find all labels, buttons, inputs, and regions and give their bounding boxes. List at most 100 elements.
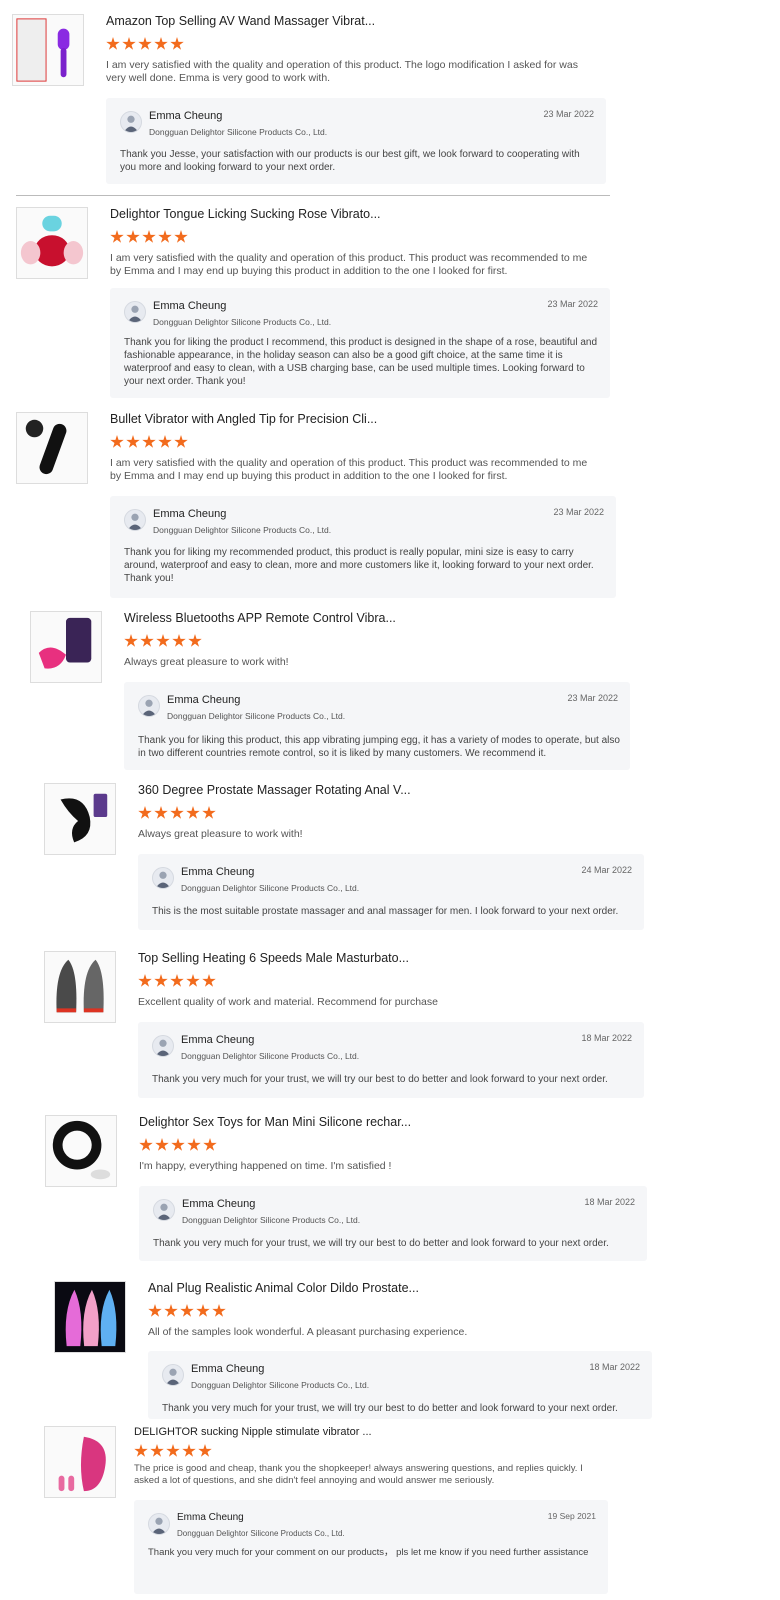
reply-date: 18 Mar 2022 [584,1197,635,1207]
reply-author-name: Emma Cheung [153,300,227,312]
star-icon [140,634,154,647]
avatar [152,867,174,889]
reply-date: 18 Mar 2022 [589,1362,640,1372]
star-icon [126,230,140,243]
product-thumbnail-rose-vibrator[interactable] [16,207,88,279]
reply-text: Thank you for liking the product I recom… [124,337,598,387]
product-thumbnail-prostate-massager[interactable] [44,783,116,855]
star-icon [138,974,152,987]
product-title[interactable]: Wireless Bluetooths APP Remote Control V… [124,611,624,625]
review-text: Excellent quality of work and material. … [138,996,438,1008]
reply-company: Dongguan Delightor Silicone Products Co.… [181,1051,360,1061]
divider [16,195,610,196]
star-icon [202,806,216,819]
product-thumbnail-animal-dildo[interactable] [54,1281,126,1353]
star-icon [110,230,124,243]
seller-reply: Emma Cheung Dongguan Delightor Silicone … [134,1500,608,1594]
product-title[interactable]: Anal Plug Realistic Animal Color Dildo P… [148,1281,648,1295]
review-text: I'm happy, everything happened on time. … [139,1160,392,1172]
star-icon [188,634,202,647]
reply-text: Thank you for liking this product, this … [138,735,620,759]
star-icon [138,806,152,819]
seller-reply: Emma Cheung Dongguan Delightor Silicone … [148,1351,652,1419]
reply-company: Dongguan Delightor Silicone Products Co.… [181,883,360,893]
star-icon [170,37,184,50]
star-icon [138,37,152,50]
avatar [120,111,142,133]
star-icon [172,634,186,647]
product-thumbnail-nipple-vibrator[interactable] [44,1426,116,1498]
product-thumbnail-male-masturbator[interactable] [44,951,116,1023]
star-icon [186,806,200,819]
star-icon [180,1304,194,1317]
rating-stars [110,230,610,244]
rating-stars [138,974,638,988]
reply-company: Dongguan Delightor Silicone Products Co.… [153,525,332,535]
star-icon [198,1444,212,1457]
star-icon [126,435,140,448]
reply-author-name: Emma Cheung [191,1363,265,1375]
star-icon [134,1444,148,1457]
star-icon [170,974,184,987]
star-icon [164,1304,178,1317]
seller-reply: Emma Cheung Dongguan Delightor Silicone … [138,1022,644,1098]
star-icon [155,1138,169,1151]
star-icon [154,974,168,987]
star-icon [142,230,156,243]
review-text: All of the samples look wonderful. A ple… [148,1326,468,1338]
star-icon [187,1138,201,1151]
seller-reply: Emma Cheung Dongguan Delightor Silicone … [139,1186,647,1261]
star-icon [139,1138,153,1151]
star-icon [170,806,184,819]
star-icon [196,1304,210,1317]
reply-company: Dongguan Delightor Silicone Products Co.… [153,317,332,327]
seller-reply: Emma Cheung Dongguan Delightor Silicone … [124,682,630,770]
reply-author-name: Emma Cheung [182,1198,256,1210]
review-item: 360 Degree Prostate Massager Rotating An… [44,783,649,933]
review-item: Amazon Top Selling AV Wand Massager Vibr… [12,14,612,189]
product-title[interactable]: Amazon Top Selling AV Wand Massager Vibr… [106,14,606,28]
review-item: Anal Plug Realistic Animal Color Dildo P… [54,1281,659,1421]
reply-company: Dongguan Delightor Silicone Products Co.… [182,1215,361,1225]
product-thumbnail-bullet-vibrator[interactable] [16,412,88,484]
avatar [152,1035,174,1057]
star-icon [106,37,120,50]
rating-stars [138,806,638,820]
star-icon [158,230,172,243]
product-thumbnail-app-vibrator[interactable] [30,611,102,683]
avatar [162,1364,184,1386]
review-text: I am very satisfied with the quality and… [106,59,578,84]
seller-reply: Emma Cheung Dongguan Delightor Silicone … [110,288,610,398]
product-title[interactable]: Bullet Vibrator with Angled Tip for Prec… [110,412,610,426]
reply-author-name: Emma Cheung [153,508,227,520]
reply-date: 18 Mar 2022 [581,1033,632,1043]
reply-author-name: Emma Cheung [181,866,255,878]
reply-date: 23 Mar 2022 [567,693,618,703]
review-item: Bullet Vibrator with Angled Tip for Prec… [16,412,621,600]
reply-company: Dongguan Delightor Silicone Products Co.… [191,1380,370,1390]
rating-stars [139,1138,639,1152]
reply-date: 23 Mar 2022 [543,109,594,119]
reply-text: Thank you very much for your trust, we w… [152,1074,608,1085]
reply-author-name: Emma Cheung [177,1512,244,1523]
reply-date: 23 Mar 2022 [553,507,604,517]
reply-date: 24 Mar 2022 [581,865,632,875]
reply-text: Thank you very much for your comment on … [148,1547,589,1558]
review-text: Always great pleasure to work with! [124,656,289,668]
rating-stars [124,634,624,648]
rating-stars [110,435,610,449]
product-title[interactable]: Delightor Sex Toys for Man Mini Silicone… [139,1115,639,1129]
product-title[interactable]: Delightor Tongue Licking Sucking Rose Vi… [110,207,610,221]
product-title[interactable]: 360 Degree Prostate Massager Rotating An… [138,783,638,797]
star-icon [174,435,188,448]
product-title[interactable]: DELIGHTOR sucking Nipple stimulate vibra… [134,1426,634,1438]
reply-text: Thank you very much for your trust, we w… [162,1403,618,1414]
product-thumbnail-cock-ring[interactable] [45,1115,117,1187]
reply-author-name: Emma Cheung [149,110,223,122]
review-item: Top Selling Heating 6 Speeds Male Mastur… [44,951,649,1101]
reply-company: Dongguan Delightor Silicone Products Co.… [149,127,328,137]
product-title[interactable]: Top Selling Heating 6 Speeds Male Mastur… [138,951,638,965]
reply-text: Thank you very much for your trust, we w… [153,1238,609,1249]
product-thumbnail-wand-massager[interactable] [12,14,84,86]
reply-company: Dongguan Delightor Silicone Products Co.… [177,1529,345,1538]
